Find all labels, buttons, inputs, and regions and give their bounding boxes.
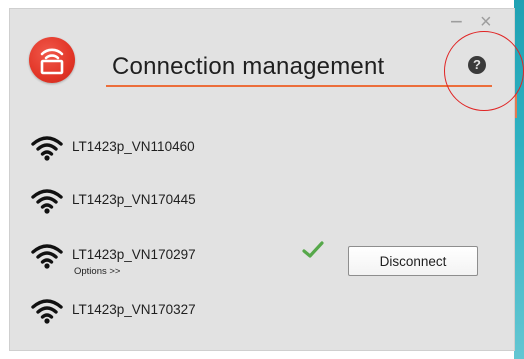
page-title: Connection management	[112, 53, 385, 80]
network-name: LT1423p_VN170327	[72, 302, 196, 317]
network-name: LT1423p_VN110460	[72, 139, 195, 154]
options-link[interactable]: Options >>	[74, 266, 120, 277]
desktop-edge-accent	[514, 94, 517, 118]
check-icon	[302, 241, 324, 258]
list-item-network[interactable]: LT1423p_VN170445	[30, 186, 510, 230]
disconnect-button[interactable]: Disconnect	[348, 246, 478, 276]
router-icon	[40, 48, 64, 75]
list-item-network-connected[interactable]: LT1423p_VN170297 Options >> Disconnect	[30, 241, 510, 285]
wifi-icon	[31, 136, 63, 161]
connection-management-window: − × Connection management ? LT1423p_VN11…	[10, 9, 524, 350]
router-logo-icon	[29, 37, 75, 83]
wifi-icon	[31, 299, 63, 324]
list-item-network[interactable]: LT1423p_VN170327	[30, 296, 510, 340]
wifi-icon	[31, 189, 63, 214]
title-underline	[106, 85, 492, 87]
list-item-network[interactable]: LT1423p_VN110460	[30, 133, 510, 177]
close-button[interactable]: ×	[480, 12, 492, 32]
wifi-icon	[31, 244, 63, 269]
network-name: LT1423p_VN170297	[72, 247, 196, 262]
minimize-button[interactable]: −	[450, 11, 463, 33]
network-name: LT1423p_VN170445	[72, 192, 196, 207]
annotation-circle	[444, 31, 524, 111]
